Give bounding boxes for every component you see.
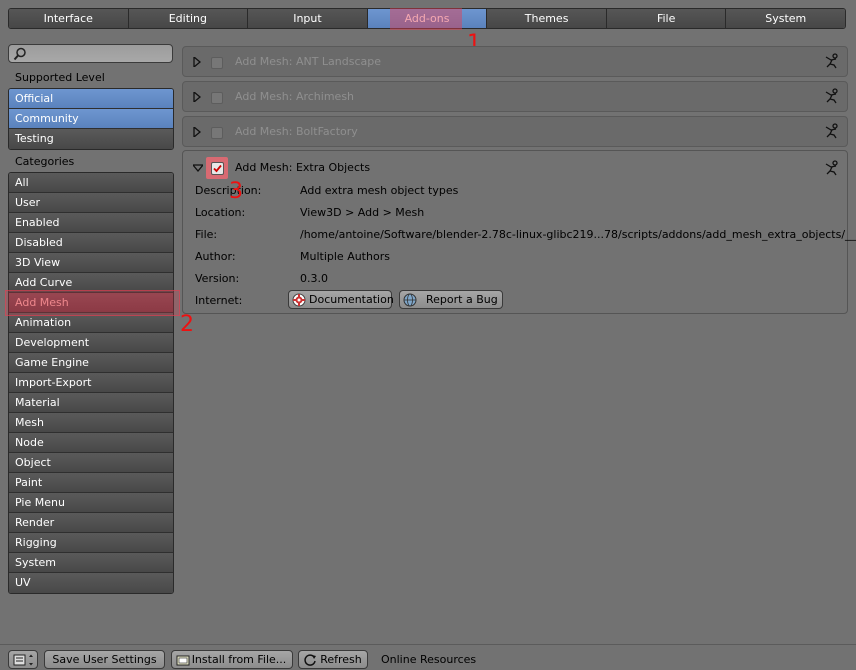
refresh-label: Refresh	[320, 653, 362, 666]
save-user-settings-label: Save User Settings	[52, 653, 157, 666]
category-node[interactable]: Node	[9, 433, 173, 453]
community-person-icon	[825, 123, 838, 139]
addon-row[interactable]: Add Mesh: ANT Landscape	[182, 46, 848, 77]
addon-name: Add Mesh: Extra Objects	[235, 161, 371, 174]
category-paint[interactable]: Paint	[9, 473, 173, 493]
category-rigging[interactable]: Rigging	[9, 533, 173, 553]
category-all[interactable]: All	[9, 173, 173, 193]
detail-value: 0.3.0	[300, 272, 328, 285]
web-globe-icon	[403, 293, 417, 307]
tab-label: File	[656, 12, 676, 25]
community-person-icon	[825, 88, 838, 104]
tab-interface[interactable]: Interface	[9, 9, 129, 28]
bottom-toolbar: Save User Settings Install from File... …	[0, 644, 856, 670]
checkmark-icon	[213, 164, 222, 173]
categories-list: All User Enabled Disabled 3D View Add Cu…	[8, 172, 174, 594]
documentation-button[interactable]: Documentation	[288, 290, 394, 309]
expand-triangle-icon[interactable]	[193, 57, 201, 67]
annotation-highlight-1	[390, 8, 462, 30]
detail-value: Multiple Authors	[300, 250, 390, 263]
refresh-button[interactable]: Refresh	[298, 650, 368, 669]
annotation-number-2: 2	[180, 312, 194, 337]
category-uv[interactable]: UV	[9, 573, 173, 593]
category-game-engine[interactable]: Game Engine	[9, 353, 173, 373]
editor-type-menu[interactable]	[8, 650, 38, 669]
level-testing[interactable]: Testing	[9, 129, 173, 149]
tab-label: System	[765, 12, 807, 25]
expanded-addon-panel: Add Mesh: Extra Objects Description: Add…	[182, 150, 856, 314]
category-enabled[interactable]: Enabled	[9, 213, 173, 233]
category-user[interactable]: User	[9, 193, 173, 213]
category-development[interactable]: Development	[9, 333, 173, 353]
detail-value: View3D > Add > Mesh	[300, 206, 425, 219]
detail-label: Author:	[195, 250, 236, 263]
tab-editing[interactable]: Editing	[128, 9, 249, 28]
category-object[interactable]: Object	[9, 453, 173, 473]
tab-themes[interactable]: Themes	[487, 9, 607, 28]
category-material[interactable]: Material	[9, 393, 173, 413]
annotation-highlight-3	[206, 157, 228, 179]
addon-enable-checkbox[interactable]	[211, 57, 223, 69]
addon-name: Add Mesh: Archimesh	[235, 90, 355, 103]
category-3d-view[interactable]: 3D View	[9, 253, 173, 273]
category-disabled[interactable]: Disabled	[9, 233, 173, 253]
category-render[interactable]: Render	[9, 513, 173, 533]
tab-label: Editing	[168, 12, 208, 25]
preferences-editor-icon	[13, 654, 33, 666]
level-community[interactable]: Community	[9, 109, 173, 129]
supported-level-list: Official Community Testing	[8, 88, 174, 150]
help-lifebuoy-icon	[292, 293, 306, 307]
annotation-highlight-2	[5, 290, 180, 316]
report-bug-button-label: Report a Bug	[426, 293, 498, 306]
tab-input[interactable]: Input	[248, 9, 368, 28]
tab-system[interactable]: System	[726, 9, 845, 28]
community-person-icon	[825, 53, 838, 69]
install-from-file-button[interactable]: Install from File...	[171, 650, 293, 669]
save-user-settings-button[interactable]: Save User Settings	[44, 650, 165, 669]
search-icon	[13, 47, 26, 61]
addon-enable-checkbox[interactable]	[211, 162, 224, 175]
addon-name: Add Mesh: ANT Landscape	[235, 55, 382, 68]
categories-heading: Categories	[15, 155, 75, 168]
install-from-file-label: Install from File...	[191, 653, 287, 666]
documentation-button-label: Documentation	[309, 293, 394, 306]
detail-label: Internet:	[195, 294, 243, 307]
expand-triangle-icon[interactable]	[193, 92, 201, 102]
community-person-icon	[825, 160, 838, 176]
addon-search-input[interactable]	[8, 44, 173, 63]
addon-row[interactable]: Add Mesh: Archimesh	[182, 81, 848, 112]
tab-label: Themes	[524, 12, 569, 25]
detail-value: Add extra mesh object types	[300, 184, 459, 197]
report-bug-button[interactable]: Report a Bug	[399, 290, 503, 309]
detail-label: Version:	[195, 272, 240, 285]
detail-label: File:	[195, 228, 218, 241]
file-icon	[176, 655, 190, 666]
tab-file[interactable]: File	[606, 9, 727, 28]
addon-enable-checkbox[interactable]	[211, 92, 223, 104]
collapse-triangle-icon[interactable]	[193, 164, 203, 172]
tab-label: Interface	[43, 12, 93, 25]
category-animation[interactable]: Animation	[9, 313, 173, 333]
detail-value: /home/antoine/Software/blender-2.78c-lin…	[300, 228, 856, 241]
tab-label: Input	[293, 12, 322, 25]
category-system[interactable]: System	[9, 553, 173, 573]
category-pie-menu[interactable]: Pie Menu	[9, 493, 173, 513]
online-resources-label[interactable]: Online Resources	[381, 653, 476, 666]
addon-name: Add Mesh: BoltFactory	[235, 125, 358, 138]
annotation-number-3: 3	[229, 179, 243, 204]
supported-level-heading: Supported Level	[15, 71, 105, 84]
expand-triangle-icon[interactable]	[193, 127, 201, 137]
addon-row[interactable]: Add Mesh: BoltFactory	[182, 116, 848, 147]
level-official[interactable]: Official	[9, 89, 173, 109]
refresh-icon	[304, 654, 316, 666]
detail-label: Location:	[195, 206, 246, 219]
category-mesh[interactable]: Mesh	[9, 413, 173, 433]
addon-enable-checkbox[interactable]	[211, 127, 223, 139]
preferences-window: Interface Editing Input Add-ons Themes F…	[0, 0, 856, 670]
category-import-export[interactable]: Import-Export	[9, 373, 173, 393]
